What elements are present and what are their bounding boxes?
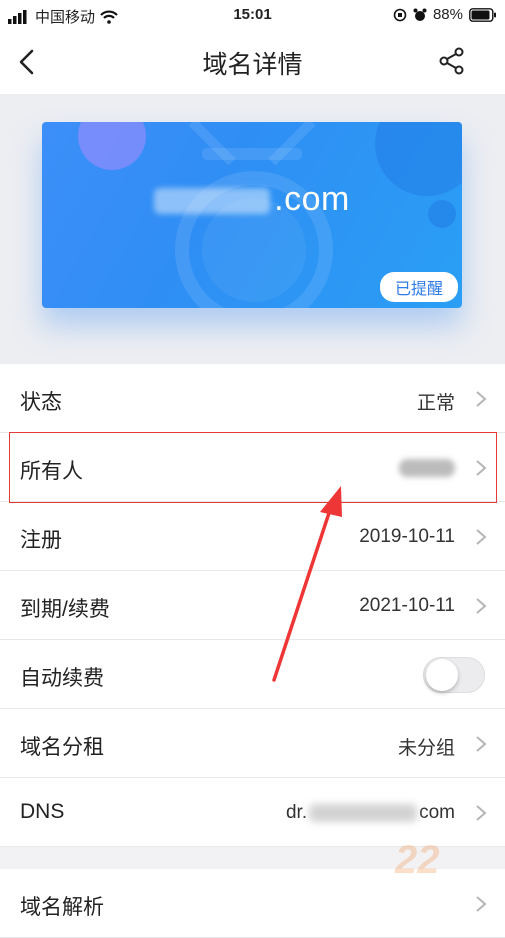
- chevron-right-icon: [476, 805, 487, 821]
- dns-prefix: dr.: [285, 802, 308, 823]
- domain-card[interactable]: .com 已提醒: [42, 122, 462, 308]
- row-registration[interactable]: 注册 2019-10-11: [0, 502, 505, 571]
- row-label: 到期/续费: [20, 598, 110, 621]
- row-value-dns: dr. com: [286, 802, 455, 824]
- chevron-right-icon: [476, 896, 487, 912]
- status-right: 88%: [393, 6, 497, 23]
- row-status[interactable]: 状态 正常: [0, 364, 505, 433]
- row-label: 所有人: [20, 460, 83, 483]
- toggle-knob: [426, 659, 458, 691]
- row-label: 域名解析: [20, 896, 104, 919]
- share-icon[interactable]: [437, 46, 467, 76]
- row-label: DNS: [20, 800, 65, 823]
- status-bar: 中国移动 15:01 88%: [0, 0, 505, 30]
- row-dns[interactable]: DNS dr. com: [0, 778, 505, 847]
- row-value: 未分组: [397, 738, 455, 759]
- hero-section: .com 已提醒: [0, 94, 505, 364]
- chevron-right-icon: [476, 598, 487, 614]
- auto-renew-toggle[interactable]: [423, 657, 485, 693]
- row-group[interactable]: 域名分租 未分组: [0, 709, 505, 778]
- row-auto-renew: 自动续费: [0, 640, 505, 709]
- row-label: 状态: [20, 391, 62, 414]
- page-title: 域名详情: [202, 51, 303, 79]
- watermark: 22: [395, 838, 440, 882]
- row-label: 注册: [20, 529, 62, 552]
- row-label: 自动续费: [20, 667, 104, 690]
- reminder-badge[interactable]: 已提醒: [379, 272, 458, 302]
- chevron-right-icon: [476, 529, 487, 545]
- row-value: 2019-10-11: [359, 526, 455, 547]
- row-label: 域名分租: [20, 736, 104, 759]
- row-owner[interactable]: 所有人: [0, 433, 505, 502]
- domain-suffix: .com: [274, 180, 350, 218]
- row-value-redacted: [399, 457, 455, 479]
- domain-redacted: [154, 188, 271, 215]
- orientation-lock-icon: [393, 8, 407, 21]
- battery-icon: [469, 7, 496, 22]
- chevron-right-icon: [476, 391, 487, 407]
- redacted-owner: [399, 458, 455, 477]
- chevron-right-icon: [476, 736, 487, 752]
- row-value: 2021-10-11: [359, 595, 455, 616]
- alarm-icon: [413, 8, 427, 21]
- battery-label: 88%: [432, 6, 463, 23]
- redacted-dns: [309, 803, 418, 822]
- dns-suffix: com: [419, 802, 455, 823]
- chevron-right-icon: [476, 460, 487, 476]
- domain-name: .com: [42, 180, 462, 219]
- nav-bar: 域名详情: [0, 30, 505, 94]
- row-value: 正常: [416, 393, 455, 414]
- row-expiry[interactable]: 到期/续费 2021-10-11: [0, 571, 505, 640]
